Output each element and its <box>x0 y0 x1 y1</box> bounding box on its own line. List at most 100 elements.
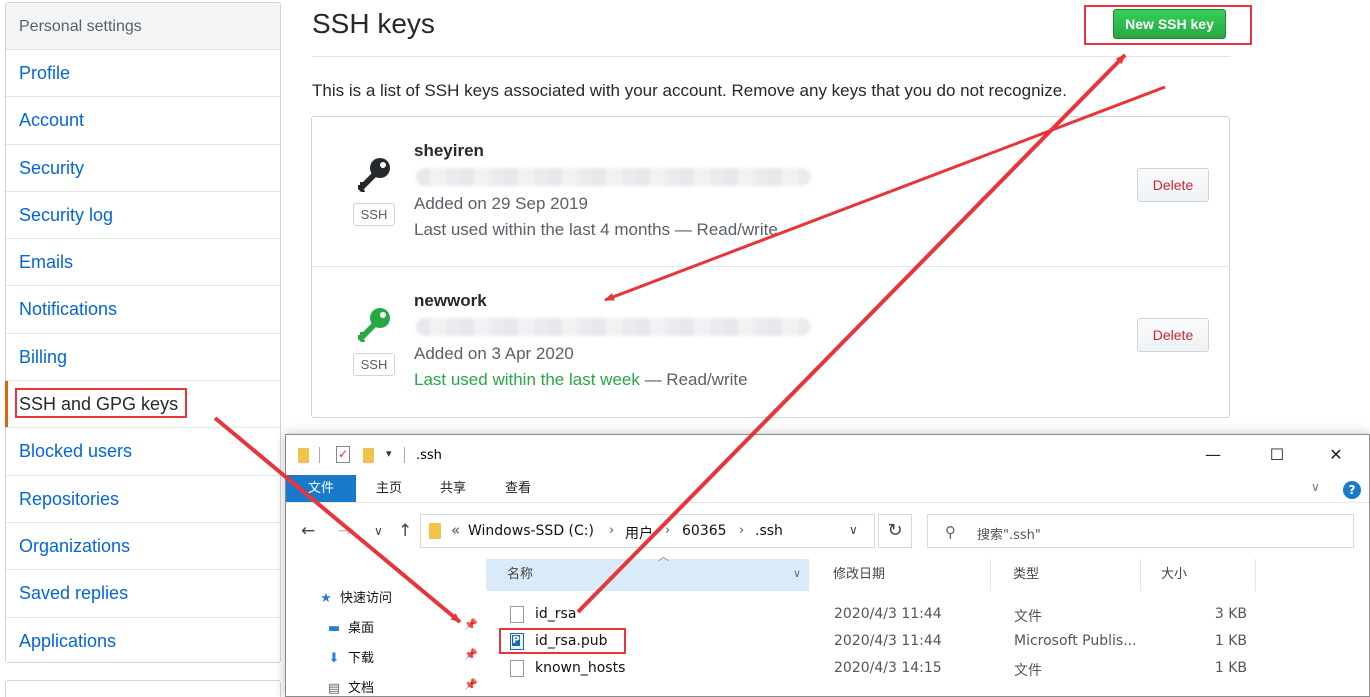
pin-icon[interactable]: 📌 <box>464 678 478 691</box>
highlight-box-id-rsa-pub <box>499 628 626 654</box>
sidebar-item-blocked-users[interactable]: Blocked users <box>6 428 280 476</box>
refresh-icon[interactable]: ↻ <box>878 514 912 548</box>
back-arrow-icon[interactable]: ← <box>301 521 315 541</box>
breadcrumb-drive[interactable]: Windows-SSD (C:) <box>468 523 594 539</box>
address-dropdown-icon[interactable]: ∨ <box>849 523 858 537</box>
explorer-titlebar[interactable]: ✓ ▾ .ssh — ☐ ✕ <box>286 435 1369 475</box>
breadcrumb-overflow[interactable]: « <box>451 521 460 539</box>
key-title: newwork <box>414 291 487 310</box>
download-icon: ⬇ <box>328 651 340 666</box>
navigation-pane: ★ 快速访问 ▬ 桌面 📌 ⬇ 下载 📌 ▤ 文档 📌 <box>286 559 486 696</box>
search-placeholder: 搜索".ssh" <box>977 528 1041 543</box>
file-row[interactable]: id_rsa 2020/4/3 11:44 文件 3 KB <box>486 601 1369 628</box>
key-last-used-text: Last used within the last week <box>414 370 640 389</box>
intro-text: This is a list of SSH keys associated wi… <box>312 81 1067 100</box>
sidebar-item-emails[interactable]: Emails <box>6 239 280 287</box>
ribbon-expand-icon[interactable]: ∨ <box>1311 480 1320 494</box>
ssh-key-item: SSH sheyiren Added on 29 Sep 2019 Last u… <box>312 117 1229 267</box>
key-icon-shape <box>358 158 390 192</box>
ssh-key-item: SSH newwork Added on 3 Apr 2020 Last use… <box>312 267 1229 417</box>
sidebar-item-security[interactable]: Security <box>6 145 280 192</box>
file-date: 2020/4/3 11:44 <box>834 606 942 622</box>
new-folder-icon[interactable] <box>363 448 374 463</box>
file-name: known_hosts <box>535 660 626 676</box>
breadcrumb-ssh[interactable]: .ssh <box>755 523 783 539</box>
quick-access-dropdown-icon[interactable]: ▾ <box>386 447 392 460</box>
key-icon-shape <box>358 308 390 342</box>
key-access: — Read/write <box>670 220 778 239</box>
tab-file[interactable]: 文件 <box>286 475 356 502</box>
tab-share[interactable]: 共享 <box>422 475 484 502</box>
file-explorer-window: ✓ ▾ .ssh — ☐ ✕ 文件 主页 共享 查看 ∨ ? ← → ∨ ↑ «… <box>285 434 1370 697</box>
sidebar-item-account[interactable]: Account <box>6 97 280 145</box>
document-icon: ▤ <box>327 681 341 696</box>
breadcrumb-users[interactable]: 用户 <box>625 523 653 543</box>
file-row[interactable]: known_hosts 2020/4/3 14:15 文件 1 KB <box>486 655 1369 682</box>
sort-ascending-icon: ︿ <box>658 550 669 563</box>
maximize-icon[interactable]: ☐ <box>1254 443 1300 467</box>
up-arrow-icon[interactable]: ↑ <box>398 521 412 541</box>
nav-item-label: 桌面 <box>348 621 375 636</box>
key-icon <box>358 308 390 342</box>
column-header-date[interactable]: 修改日期 <box>811 559 991 591</box>
column-header-size[interactable]: 大小 <box>1141 559 1256 591</box>
ssh-badge: SSH <box>353 353 395 376</box>
chevron-right-icon[interactable]: › <box>665 523 670 538</box>
properties-check-icon: ✓ <box>338 447 349 461</box>
highlight-box-new-key <box>1084 5 1252 45</box>
forward-arrow-icon[interactable]: → <box>338 521 352 541</box>
ssh-badge: SSH <box>353 203 395 226</box>
breadcrumb-user-folder[interactable]: 60365 <box>682 523 727 539</box>
sidebar-item-billing[interactable]: Billing <box>6 334 280 382</box>
file-icon <box>510 606 524 623</box>
key-added-date: Added on 3 Apr 2020 <box>414 344 574 363</box>
folder-icon <box>429 523 441 539</box>
key-access: — Read/write <box>639 370 748 389</box>
window-title: .ssh <box>416 448 442 463</box>
delete-key-button[interactable]: Delete <box>1137 168 1209 202</box>
sidebar-item-repositories[interactable]: Repositories <box>6 476 280 523</box>
file-date: 2020/4/3 14:15 <box>834 660 942 676</box>
file-type: 文件 <box>1014 609 1042 625</box>
pin-icon[interactable]: 📌 <box>464 618 478 631</box>
sidebar-item-applications[interactable]: Applications <box>6 618 280 665</box>
close-icon[interactable]: ✕ <box>1313 443 1359 467</box>
column-header-type[interactable]: 类型 <box>991 559 1141 591</box>
sidebar-item-security-log[interactable]: Security log <box>6 192 280 240</box>
sidebar-item-saved-replies[interactable]: Saved replies <box>6 570 280 618</box>
file-size: 1 KB <box>1214 660 1247 676</box>
column-dropdown-icon[interactable]: ∨ <box>793 567 801 580</box>
title-divider <box>312 56 1230 57</box>
sidebar-item-profile[interactable]: Profile <box>6 50 280 98</box>
file-name: id_rsa <box>535 606 577 622</box>
key-added-date: Added on 29 Sep 2019 <box>414 194 588 213</box>
ssh-key-list: SSH sheyiren Added on 29 Sep 2019 Last u… <box>311 116 1230 418</box>
recent-locations-icon[interactable]: ∨ <box>374 524 383 538</box>
sidebar-item-organizations[interactable]: Organizations <box>6 523 280 571</box>
nav-item-desktop[interactable]: ▬ 桌面 <box>326 617 374 636</box>
column-header-name[interactable]: 名称 <box>486 559 809 591</box>
ribbon-tabs: 文件 主页 共享 查看 ∨ ? <box>286 475 1369 503</box>
nav-item-label: 快速访问 <box>340 591 393 606</box>
chevron-right-icon[interactable]: › <box>609 523 614 538</box>
tab-view[interactable]: 查看 <box>486 475 550 502</box>
search-input[interactable]: ⚲ 搜索".ssh" <box>927 514 1354 548</box>
delete-key-button[interactable]: Delete <box>1137 318 1209 352</box>
key-last-used: Last used within the last 4 months — Rea… <box>414 220 778 240</box>
nav-item-label: 文档 <box>348 681 375 696</box>
pin-icon[interactable]: 📌 <box>464 648 478 661</box>
desktop-icon: ▬ <box>327 621 341 636</box>
minimize-icon[interactable]: — <box>1190 443 1236 467</box>
chevron-right-icon[interactable]: › <box>739 523 744 538</box>
sidebar-item-notifications[interactable]: Notifications <box>6 286 280 334</box>
help-icon[interactable]: ? <box>1343 481 1361 499</box>
nav-item-downloads[interactable]: ⬇ 下载 <box>326 647 374 666</box>
tab-home[interactable]: 主页 <box>358 475 420 502</box>
file-size: 3 KB <box>1214 606 1247 622</box>
nav-item-documents[interactable]: ▤ 文档 <box>326 677 374 696</box>
address-bar[interactable]: « Windows-SSD (C:) › 用户 › 60365 › .ssh ∨ <box>420 514 875 548</box>
file-type: Microsoft Publis... <box>1014 633 1137 649</box>
separator <box>404 447 405 463</box>
nav-item-quick-access[interactable]: ★ 快速访问 <box>318 587 392 606</box>
file-type: 文件 <box>1014 663 1042 679</box>
